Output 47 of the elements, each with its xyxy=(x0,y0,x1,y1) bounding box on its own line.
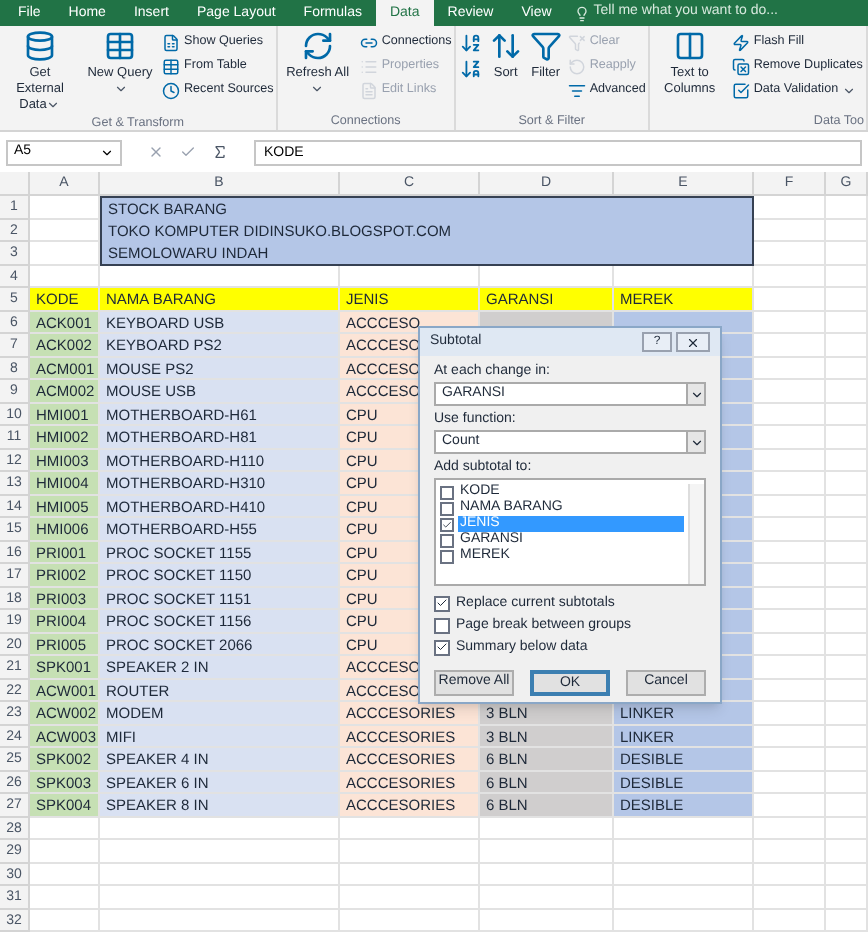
filter-icon xyxy=(529,30,562,62)
scrollbar[interactable] xyxy=(688,484,704,584)
close-icon xyxy=(686,335,700,349)
sort-button[interactable] xyxy=(457,30,484,56)
caret-icon xyxy=(689,435,703,449)
link-icon xyxy=(359,33,378,51)
checkbox[interactable] xyxy=(440,549,454,563)
cancel-icon[interactable] xyxy=(148,144,164,160)
document-icon xyxy=(359,81,378,99)
checkbox[interactable] xyxy=(440,533,454,547)
caret-icon xyxy=(46,98,61,112)
checkbox[interactable] xyxy=(434,595,450,611)
caret-icon xyxy=(100,145,114,159)
sort-icon xyxy=(489,30,522,62)
database-icon xyxy=(24,30,56,62)
check-icon xyxy=(436,596,448,610)
checkbox[interactable] xyxy=(440,517,454,531)
list-icon xyxy=(359,57,378,75)
table-icon xyxy=(104,30,136,62)
checkbox[interactable] xyxy=(434,639,450,655)
sort-button[interactable] xyxy=(457,56,484,82)
lightning-icon xyxy=(731,33,750,51)
caret-icon xyxy=(113,82,127,96)
validation-icon xyxy=(731,81,750,99)
sort-descending-icon xyxy=(459,58,482,80)
caret-icon xyxy=(842,83,857,97)
sort-ascending-icon xyxy=(459,32,482,54)
columns-icon xyxy=(673,30,706,62)
refresh-icon xyxy=(301,30,334,62)
reapply-icon xyxy=(567,57,586,75)
caret-icon xyxy=(310,82,325,96)
enter-icon[interactable] xyxy=(180,144,196,160)
check-icon xyxy=(442,517,452,531)
function-icon[interactable] xyxy=(212,144,228,160)
table-icon xyxy=(162,57,180,75)
checkbox[interactable] xyxy=(434,617,450,633)
remove-duplicates-icon xyxy=(731,57,750,75)
filter-clear-icon xyxy=(567,33,586,51)
filter-list-icon xyxy=(567,81,586,99)
check-icon xyxy=(436,640,448,654)
lightbulb-icon xyxy=(573,5,590,21)
checkbox[interactable] xyxy=(440,485,454,499)
close-button[interactable] xyxy=(676,332,710,352)
checkbox[interactable] xyxy=(440,501,454,515)
clock-icon xyxy=(162,81,180,99)
sheet-icon xyxy=(162,33,180,51)
caret-icon xyxy=(689,387,703,401)
